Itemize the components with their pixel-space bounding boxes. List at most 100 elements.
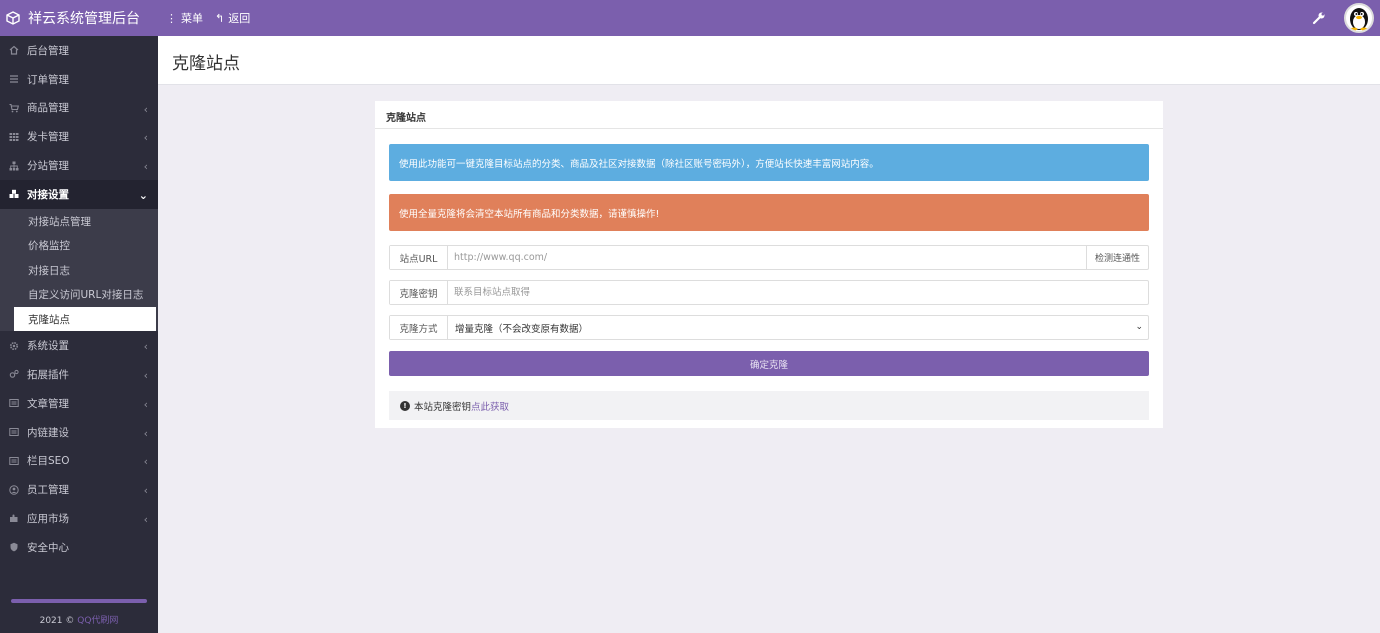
link-icon: [9, 428, 19, 437]
sidebar-item-dashboard[interactable]: 后台管理: [0, 36, 158, 65]
site-url-group: 站点URL 检测连通性: [389, 245, 1149, 270]
sidebar-item-staff[interactable]: 员工管理 ‹: [0, 475, 158, 504]
reply-arrow-icon: ↰: [215, 11, 225, 25]
avatar[interactable]: [1344, 3, 1374, 33]
sidebar-item-label: 商品管理: [27, 102, 69, 115]
warning-alert: 使用全量克隆将会清空本站所有商品和分类数据，请谨慎操作!: [389, 194, 1149, 231]
sidebar-item-label: 发卡管理: [27, 131, 69, 144]
confirm-clone-button[interactable]: 确定克隆: [389, 351, 1149, 376]
sidebar-item-docking[interactable]: 对接设置 ⌄: [0, 179, 158, 209]
sidebar-item-plugins[interactable]: 拓展插件 ‹: [0, 360, 158, 389]
chevron-left-icon: ‹: [143, 160, 148, 174]
clone-key-label: 克隆密钥: [390, 281, 448, 304]
clone-mode-select[interactable]: 增量克隆（不会改变原有数据） ⌄: [448, 316, 1148, 339]
list-icon: [10, 75, 18, 83]
sidebar-item-orders[interactable]: 订单管理: [0, 65, 158, 94]
sidebar: 后台管理 订单管理 商品管理 ‹ 发卡管理 ‹ 分站管理 ‹ 对接设置 ⌄ 对接…: [0, 36, 158, 633]
clone-key-input[interactable]: [448, 281, 1148, 304]
sitemap-icon: [9, 161, 19, 171]
sidebar-item-label: 后台管理: [27, 44, 69, 57]
clone-key-note: ! 本站克隆密钥 点此获取: [389, 391, 1149, 420]
grid-icon: [9, 132, 19, 141]
sidebar-item-label: 对接设置: [27, 188, 69, 201]
chevron-left-icon: ‹: [143, 484, 148, 498]
sidebar-item-label: 栏目SEO: [27, 455, 70, 468]
vertical-dots-icon: ⋮: [166, 11, 177, 25]
sidebar-item-label: 系统设置: [27, 340, 69, 353]
sidebar-item-articles[interactable]: 文章管理 ‹: [0, 389, 158, 418]
back-label: 返回: [228, 12, 251, 25]
top-navbar: 祥云系统管理后台 ⋮ 菜单 ↰ 返回: [0, 0, 1380, 36]
user-icon: [9, 484, 19, 495]
sidebar-item-products[interactable]: 商品管理 ‹: [0, 94, 158, 123]
sidebar-item-label: 安全中心: [27, 541, 69, 554]
note-text: 本站克隆密钥: [414, 401, 472, 413]
docking-submenu: 对接站点管理 价格监控 对接日志 自定义访问URL对接日志 克隆站点: [0, 208, 158, 332]
menu-label: 菜单: [181, 12, 203, 25]
penguin-avatar-icon: [1350, 8, 1368, 31]
sidebar-item-system-settings[interactable]: 系统设置 ‹: [0, 331, 158, 360]
menu-toggle-button[interactable]: ⋮ 菜单: [166, 10, 203, 26]
chevron-left-icon: ‹: [143, 369, 148, 383]
sidebar-item-column-seo[interactable]: 栏目SEO ‹: [0, 446, 158, 475]
sidebar-item-cards[interactable]: 发卡管理 ‹: [0, 122, 158, 151]
gear-icon: [9, 341, 19, 350]
sidebar-item-security[interactable]: 安全中心: [0, 533, 158, 562]
chevron-left-icon: ‹: [143, 397, 148, 411]
sidebar-item-internal-links[interactable]: 内链建设 ‹: [0, 418, 158, 447]
sidebar-item-label: 订单管理: [27, 73, 69, 86]
clone-key-group: 克隆密钥: [389, 280, 1149, 305]
site-url-input[interactable]: [448, 246, 1086, 269]
submenu-item-site-management[interactable]: 对接站点管理: [0, 209, 158, 234]
app-title: 祥云系统管理后台: [28, 11, 140, 27]
sidebar-item-label: 应用市场: [27, 512, 69, 525]
seo-icon: [9, 456, 19, 465]
get-key-link[interactable]: 点此获取: [471, 399, 509, 413]
cube-icon: [6, 11, 20, 25]
shield-icon: [10, 543, 18, 552]
chevron-down-icon: ⌄: [138, 188, 148, 202]
chevron-left-icon: ‹: [143, 340, 148, 354]
check-connectivity-button[interactable]: 检测连通性: [1086, 246, 1148, 269]
chevron-left-icon: ‹: [143, 102, 148, 116]
site-url-label: 站点URL: [390, 246, 448, 269]
sidebar-item-substations[interactable]: 分站管理 ‹: [0, 151, 158, 180]
info-alert: 使用此功能可一键克隆目标站点的分类、商品及社区对接数据（除社区账号密码外），方便…: [389, 144, 1149, 181]
page-header: 克隆站点: [158, 36, 1380, 85]
brand[interactable]: 祥云系统管理后台: [0, 8, 158, 28]
back-button[interactable]: ↰ 返回: [215, 10, 250, 26]
cart-icon: [9, 103, 19, 113]
clone-mode-value: 增量克隆（不会改变原有数据）: [455, 323, 589, 335]
footer-link[interactable]: QQ代刷网: [77, 616, 118, 626]
clone-mode-label: 克隆方式: [390, 316, 448, 339]
page-title: 克隆站点: [172, 54, 240, 74]
sidebar-item-label: 员工管理: [27, 484, 69, 497]
footer-year: 2021 ©: [39, 616, 75, 626]
puzzle-icon: [10, 514, 18, 523]
sidebar-footer: 2021 © QQ代刷网: [0, 613, 158, 626]
article-icon: [9, 399, 19, 408]
sidebar-item-app-market[interactable]: 应用市场 ‹: [0, 504, 158, 533]
clone-site-panel: 克隆站点 使用此功能可一键克隆目标站点的分类、商品及社区对接数据（除社区账号密码…: [375, 101, 1163, 428]
submenu-item-clone-site[interactable]: 克隆站点: [14, 306, 156, 332]
panel-title: 克隆站点: [375, 101, 1163, 129]
chevron-left-icon: ‹: [143, 131, 148, 145]
chevron-left-icon: ‹: [143, 455, 148, 469]
chevron-left-icon: ‹: [143, 426, 148, 440]
sidebar-item-label: 内链建设: [27, 426, 69, 439]
submenu-item-docking-log[interactable]: 对接日志: [0, 258, 158, 283]
chevron-down-icon: ⌄: [1135, 322, 1143, 332]
home-icon: [9, 46, 19, 55]
sidebar-item-label: 拓展插件: [27, 368, 69, 381]
info-circle-icon: !: [400, 400, 410, 411]
sidebar-item-label: 文章管理: [27, 397, 69, 410]
sidebar-item-label: 分站管理: [27, 160, 69, 173]
submenu-item-price-monitor[interactable]: 价格监控: [0, 233, 158, 258]
submenu-item-custom-url-log[interactable]: 自定义访问URL对接日志: [0, 282, 158, 307]
wrench-icon[interactable]: [1312, 11, 1326, 25]
cubes-icon: [9, 190, 19, 199]
chevron-left-icon: ‹: [143, 513, 148, 527]
clone-mode-group: 克隆方式 增量克隆（不会改变原有数据） ⌄: [389, 315, 1149, 340]
sidebar-divider: [11, 599, 147, 603]
gears-icon: [9, 370, 19, 379]
